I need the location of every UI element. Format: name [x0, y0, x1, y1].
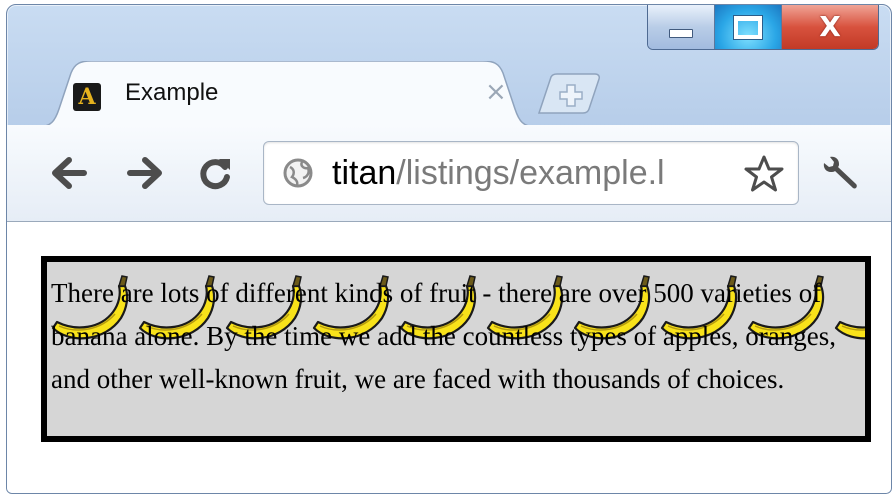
star-icon[interactable]	[744, 154, 784, 192]
page-content: There are lots of different kinds of fru…	[7, 222, 891, 493]
close-window-button[interactable]: X	[782, 5, 878, 49]
arrow-left-icon	[52, 157, 87, 189]
fruit-box: There are lots of different kinds of fru…	[41, 256, 871, 442]
new-tab-button[interactable]	[537, 73, 607, 115]
site-favicon: A	[73, 83, 101, 111]
plus-icon	[537, 73, 600, 114]
minimize-button[interactable]	[648, 5, 715, 49]
maximize-button[interactable]	[715, 5, 782, 49]
minimize-icon	[669, 28, 693, 38]
back-button[interactable]	[49, 153, 89, 193]
browser-window: X A Example × titan/listings/example.l T…	[6, 4, 892, 494]
close-icon: X	[819, 10, 841, 43]
fruit-paragraph: There are lots of different kinds of fru…	[51, 278, 837, 394]
maximize-icon	[733, 14, 763, 40]
browser-toolbar: titan/listings/example.l	[7, 125, 891, 222]
favicon-letter: A	[78, 84, 96, 110]
url-host: titan	[332, 154, 397, 192]
tab-example[interactable]: A Example ×	[37, 61, 537, 127]
url-path: /listings/example.l	[396, 154, 665, 192]
url-text: titan/listings/example.l	[332, 150, 744, 196]
wrench-button[interactable]	[821, 153, 861, 193]
tab-shape	[37, 61, 537, 127]
reload-button[interactable]	[195, 153, 235, 193]
forward-button[interactable]	[125, 153, 165, 193]
tab-title: Example	[125, 79, 219, 106]
wrench-icon	[823, 156, 857, 189]
window-controls: X	[647, 5, 879, 50]
globe-icon	[283, 158, 313, 188]
address-bar[interactable]: titan/listings/example.l	[263, 141, 799, 205]
reload-icon	[200, 159, 230, 190]
arrow-right-icon	[127, 157, 162, 189]
tab-close-icon[interactable]: ×	[485, 77, 507, 107]
